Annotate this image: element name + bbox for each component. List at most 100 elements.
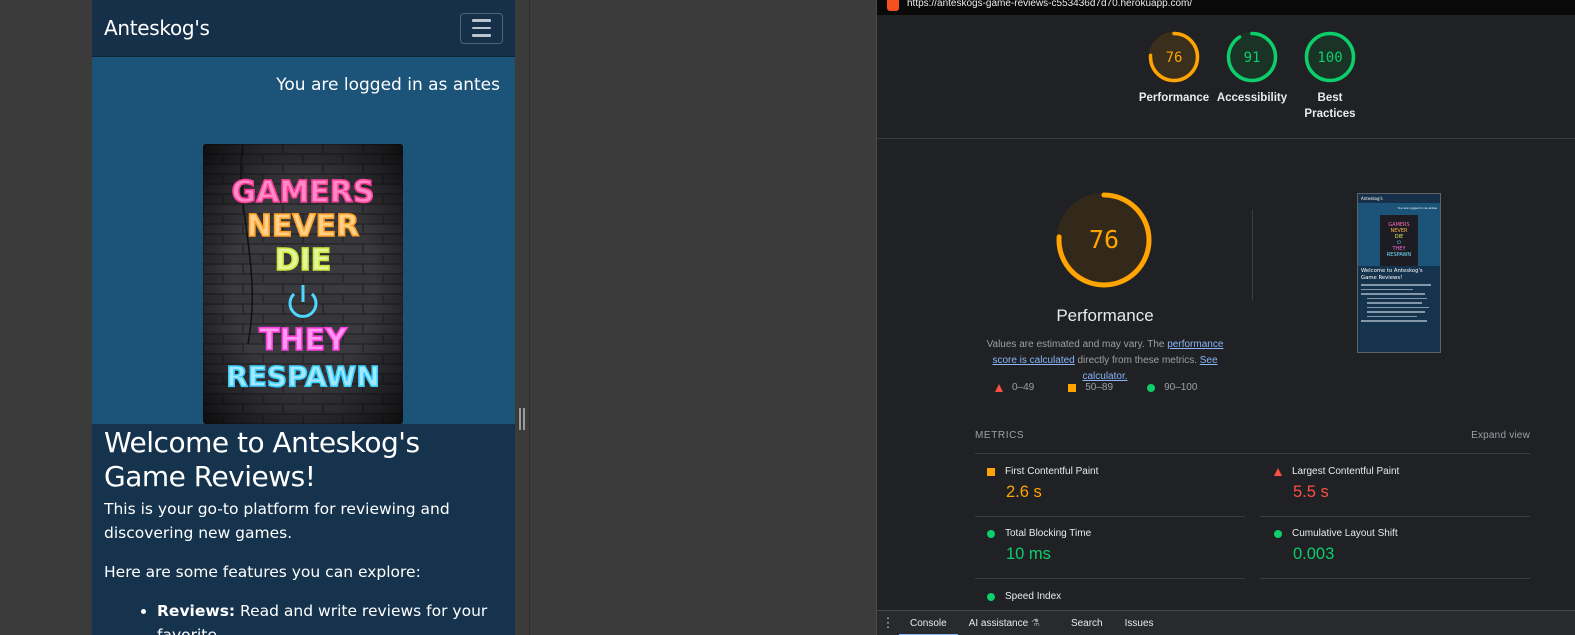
performance-gauge-large: 76 — [1056, 192, 1152, 288]
poster-image: GAMERS NEVER DIE THEY RESPAWN — [203, 144, 403, 424]
pass-circle-icon — [1274, 529, 1282, 538]
metrics-divider — [1260, 516, 1530, 517]
tab-ai-assistance[interactable]: AI assistance ⚗ — [958, 611, 1051, 635]
poster-line: THEY — [259, 323, 348, 358]
page-screenshot-thumbnail[interactable]: Anteskog's You are logged in as antes GA… — [1357, 193, 1441, 353]
fail-triangle-icon — [1274, 467, 1282, 476]
drawer-menu-icon[interactable]: ⋮ — [877, 615, 899, 631]
pass-circle-icon — [1147, 383, 1156, 392]
tab-search[interactable]: Search — [1051, 611, 1114, 635]
feature-title: Reviews: — [157, 602, 236, 620]
score-legend: 0–49 50–89 90–100 — [995, 382, 1197, 393]
emulated-site-viewport: Anteskog's You are logged in as antes GA… — [92, 0, 515, 635]
note-text: Values are estimated and may vary. The — [986, 339, 1168, 350]
metric-name: Speed Index — [1005, 591, 1062, 602]
score-gauge-accessibility[interactable]: 91 Accessibility — [1212, 31, 1292, 106]
flask-icon: ⚗ — [1030, 617, 1040, 629]
metrics-divider — [975, 578, 1245, 579]
poster-line: NEVER — [247, 209, 359, 244]
thumb-login: You are logged in as antes — [1397, 206, 1437, 210]
metrics-divider — [975, 516, 1245, 517]
metrics-divider — [1260, 578, 1530, 579]
gauge-ring-icon: 91 — [1226, 31, 1278, 83]
note-text: directly from these metrics. — [1074, 355, 1200, 366]
svg-text:76: 76 — [1166, 50, 1183, 66]
pass-circle-icon — [987, 592, 995, 601]
report-url[interactable]: https://anteskogs-game-reviews-c553436d7… — [907, 0, 1192, 9]
devtools-drawer-tabbar: ⋮ Console AI assistance ⚗ Search Issues — [877, 610, 1575, 635]
legend-range: 0–49 — [1012, 382, 1035, 393]
score-gauge-best-practices[interactable]: 100 Best Practices — [1290, 31, 1370, 122]
gauge-label: Accessibility — [1216, 92, 1288, 104]
poster-line: RESPAWN — [226, 360, 380, 393]
gamers-never-die-poster: GAMERS NEVER DIE THEY RESPAWN — [203, 144, 403, 424]
metrics-header: METRICS Expand view — [975, 430, 1530, 441]
intro-paragraph: This is your go-to platform for reviewin… — [104, 500, 450, 542]
gauge-ring-icon: 100 — [1304, 31, 1356, 83]
site-brand[interactable]: Anteskog's — [104, 16, 210, 40]
svg-text:100: 100 — [1317, 50, 1342, 66]
performance-note: Values are estimated and may vary. The p… — [975, 337, 1235, 385]
menu-bar-icon — [472, 19, 491, 22]
expand-view-toggle[interactable]: Expand view — [1471, 430, 1530, 441]
metric-cumulative-layout-shift[interactable]: Cumulative Layout Shift 0.003 — [1274, 528, 1544, 564]
vertical-divider — [1252, 210, 1253, 300]
average-square-icon — [987, 467, 995, 476]
legend-item: 0–49 — [995, 382, 1034, 393]
thumb-heading: Welcome to Anteskog's Game Reviews! — [1361, 268, 1423, 281]
legend-item: 50–89 — [1068, 382, 1113, 393]
metric-speed-index[interactable]: Speed Index — [987, 591, 1257, 602]
svg-text:91: 91 — [1244, 50, 1261, 66]
tab-label: AI assistance — [968, 617, 1029, 629]
metric-largest-contentful-paint[interactable]: Largest Contentful Paint 5.5 s — [1274, 466, 1544, 502]
metric-total-blocking-time[interactable]: Total Blocking Time 10 ms — [987, 528, 1257, 564]
metrics-divider — [975, 453, 1530, 454]
welcome-heading: Welcome to Anteskog's Game Reviews! — [104, 426, 420, 493]
menu-bar-icon — [472, 26, 491, 30]
feature-item: Reviews: Read and write reviews for your… — [157, 599, 503, 635]
menu-bar-icon — [472, 34, 491, 37]
thumb-navbar: Anteskog's — [1358, 194, 1440, 203]
features-intro: Here are some features you can explore: — [104, 563, 421, 581]
metric-name: Total Blocking Time — [1005, 528, 1092, 539]
hamburger-menu-button[interactable] — [460, 12, 503, 44]
metric-first-contentful-paint[interactable]: First Contentful Paint 2.6 s — [987, 466, 1257, 502]
tab-console[interactable]: Console — [899, 611, 958, 635]
svg-text:76: 76 — [1089, 225, 1119, 254]
site-content: Welcome to Anteskog's Game Reviews! This… — [92, 424, 515, 635]
tab-issues[interactable]: Issues — [1114, 611, 1165, 635]
pass-circle-icon — [987, 529, 995, 538]
site-navbar: Anteskog's — [92, 0, 515, 57]
metric-value: 5.5 s — [1293, 483, 1329, 501]
lighthouse-icon — [887, 0, 899, 11]
metric-value: 2.6 s — [1006, 483, 1042, 501]
report-url-bar: https://anteskogs-game-reviews-c553436d7… — [877, 0, 1575, 15]
summary-divider — [877, 138, 1575, 139]
hero-section: You are logged in as antes GAMERS NEVER … — [92, 57, 515, 424]
poster-line: GAMERS — [232, 175, 375, 210]
gauge-ring-icon: 76 — [1148, 31, 1200, 83]
metric-value: 0.003 — [1293, 545, 1335, 563]
gauge-label: Best Practices — [1304, 92, 1356, 120]
fail-triangle-icon — [995, 383, 1003, 392]
features-list: Reviews: Read and write reviews for your… — [104, 599, 503, 635]
legend-range: 90–100 — [1164, 382, 1198, 393]
emulator-divider — [529, 0, 530, 635]
score-gauge-performance[interactable]: 76 Performance — [1134, 31, 1214, 106]
login-status-text: You are logged in as antes — [276, 75, 500, 95]
thumb-poster: GAMERS NEVER DIE ⏻ THEY RESPAWN — [1380, 215, 1418, 266]
metric-name: First Contentful Paint — [1005, 466, 1099, 477]
average-square-icon — [1068, 383, 1077, 392]
metrics-title: METRICS — [975, 430, 1025, 441]
performance-title: Performance — [1056, 306, 1154, 325]
legend-range: 50–89 — [1085, 382, 1114, 393]
thumb-body: Welcome to Anteskog's Game Reviews! — [1358, 266, 1440, 352]
legend-item: 90–100 — [1147, 382, 1197, 393]
devtools-panel: https://anteskogs-game-reviews-c553436d7… — [876, 0, 1575, 635]
metric-value: 10 ms — [1006, 545, 1051, 563]
emulator-resize-handle[interactable] — [519, 408, 525, 430]
gauge-label: Performance — [1138, 92, 1210, 104]
metric-name: Largest Contentful Paint — [1292, 466, 1400, 477]
metric-name: Cumulative Layout Shift — [1292, 528, 1398, 539]
poster-line: DIE — [275, 243, 332, 278]
